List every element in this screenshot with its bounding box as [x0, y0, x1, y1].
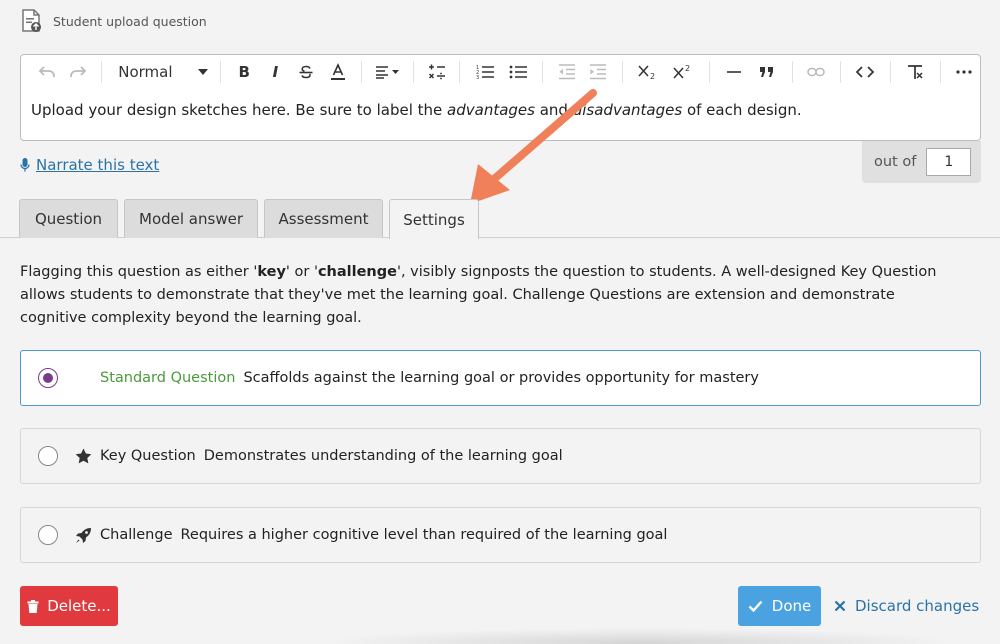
italic-icon[interactable]: I — [260, 55, 291, 89]
undo-icon[interactable] — [31, 55, 62, 89]
toolbar-divider — [621, 61, 623, 83]
strikethrough-icon[interactable] — [291, 55, 322, 89]
description-key-term: key — [257, 264, 286, 280]
text-color-icon[interactable] — [322, 55, 353, 89]
code-icon[interactable] — [849, 55, 882, 89]
paragraph-format-select[interactable]: Normal — [110, 55, 211, 89]
discard-changes-link[interactable]: Discard changes — [834, 586, 979, 626]
toolbar-divider — [459, 61, 461, 83]
editor-content[interactable]: Upload your design sketches here. Be sur… — [21, 89, 980, 120]
more-icon[interactable] — [949, 55, 980, 89]
toolbar-divider — [939, 61, 941, 83]
indent-icon[interactable] — [582, 55, 613, 89]
editor-toolbar: Normal B I 123 2 2 — [21, 55, 980, 89]
option-name: Challenge — [100, 527, 173, 543]
trash-icon — [27, 599, 39, 613]
document-upload-icon — [22, 9, 41, 32]
description-text: ' or ' — [285, 264, 318, 280]
option-name: Standard Question — [100, 370, 236, 386]
editor-italic-text: disadvantages — [572, 101, 683, 119]
svg-text:2: 2 — [685, 64, 690, 73]
tab-model-answer[interactable]: Model answer — [124, 199, 258, 238]
chevron-down-icon — [197, 69, 208, 75]
option-description: Requires a higher cognitive level than r… — [180, 527, 668, 543]
tab-assessment[interactable]: Assessment — [264, 199, 383, 238]
bold-icon[interactable]: B — [229, 55, 260, 89]
format-select-label: Normal — [118, 63, 173, 81]
toolbar-divider — [413, 61, 415, 83]
settings-description: Flagging this question as either 'key' o… — [20, 261, 965, 330]
option-key-question[interactable]: Key Question Demonstrates understanding … — [20, 428, 981, 484]
done-button[interactable]: Done — [738, 586, 821, 626]
toolbar-divider — [839, 61, 841, 83]
question-header: Student upload question — [20, 8, 207, 34]
clear-format-icon[interactable] — [899, 55, 932, 89]
check-icon — [748, 600, 763, 612]
delete-label: Delete... — [47, 597, 111, 615]
toolbar-divider — [889, 61, 891, 83]
option-name: Key Question — [100, 448, 196, 464]
toolbar-divider — [791, 61, 793, 83]
radio-challenge[interactable] — [38, 525, 58, 545]
link-icon[interactable] — [801, 55, 832, 89]
align-icon[interactable] — [370, 55, 405, 89]
toolbar-divider — [542, 61, 544, 83]
editor-italic-text: advantages — [447, 101, 535, 119]
question-type-title: Student upload question — [53, 13, 207, 29]
star-icon — [74, 448, 92, 464]
close-icon — [834, 600, 846, 612]
bullet-list-icon[interactable] — [501, 55, 534, 89]
outdent-icon[interactable] — [551, 55, 582, 89]
editor-text: Upload your design sketches here. Be sur… — [31, 101, 448, 119]
svg-text:3: 3 — [476, 75, 479, 80]
redo-icon[interactable] — [62, 55, 93, 89]
bottom-shadow — [320, 628, 960, 644]
done-label: Done — [771, 597, 812, 615]
toolbar-divider — [219, 61, 221, 83]
editor-text: of each design. — [682, 101, 802, 119]
option-description: Demonstrates understanding of the learni… — [203, 448, 563, 464]
description-challenge-term: challenge — [317, 264, 397, 280]
radio-key[interactable] — [38, 446, 58, 466]
toolbar-divider — [708, 61, 710, 83]
horizontal-rule-icon[interactable] — [718, 55, 751, 89]
tab-question[interactable]: Question — [19, 199, 118, 238]
marks-panel: out of — [862, 141, 981, 183]
marks-label: out of — [874, 154, 917, 170]
option-challenge[interactable]: Challenge Requires a higher cognitive le… — [20, 507, 981, 563]
blockquote-icon[interactable] — [751, 55, 784, 89]
description-text: Flagging this question as either ' — [20, 264, 258, 280]
marks-input[interactable] — [926, 148, 972, 176]
microphone-icon — [20, 158, 30, 172]
radio-standard[interactable] — [38, 368, 58, 388]
toolbar-divider — [101, 61, 103, 83]
delete-button[interactable]: Delete... — [20, 586, 118, 626]
option-description: Scaffolds against the learning goal or p… — [243, 370, 759, 386]
tab-settings[interactable]: Settings — [389, 199, 479, 239]
editor-tabs: Question Model answer Assessment Setting… — [0, 199, 1000, 239]
option-standard-question[interactable]: Standard Question Scaffolds against the … — [20, 350, 981, 406]
superscript-icon[interactable]: 2 — [666, 55, 701, 89]
formula-icon[interactable] — [422, 55, 451, 89]
narrate-label: Narrate this text — [36, 156, 160, 174]
subscript-icon[interactable]: 2 — [631, 55, 666, 89]
toolbar-divider — [361, 61, 363, 83]
rich-text-editor[interactable]: Normal B I 123 2 2 Upload your design sk… — [20, 54, 981, 141]
editor-text: and — [534, 101, 573, 119]
radio-dot — [43, 373, 53, 383]
svg-text:2: 2 — [650, 72, 655, 80]
discard-label: Discard changes — [855, 597, 980, 615]
narrate-link[interactable]: Narrate this text — [20, 156, 159, 174]
rocket-icon — [74, 527, 92, 544]
ordered-list-icon[interactable]: 123 — [468, 55, 501, 89]
